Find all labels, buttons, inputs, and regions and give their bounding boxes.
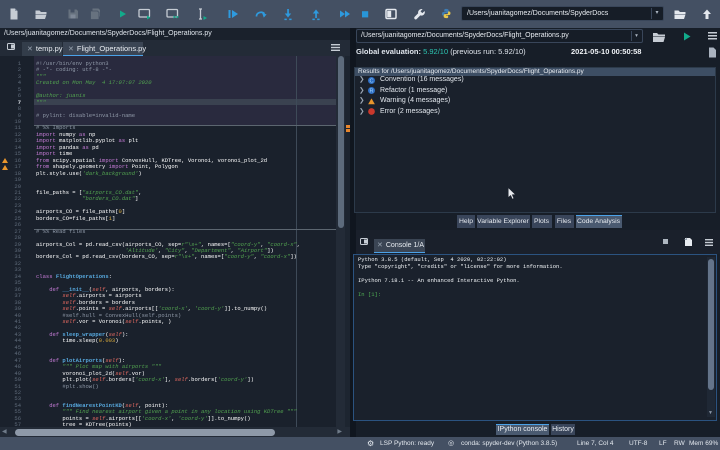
svg-text:R: R: [369, 89, 373, 95]
svg-text:C: C: [369, 78, 373, 84]
